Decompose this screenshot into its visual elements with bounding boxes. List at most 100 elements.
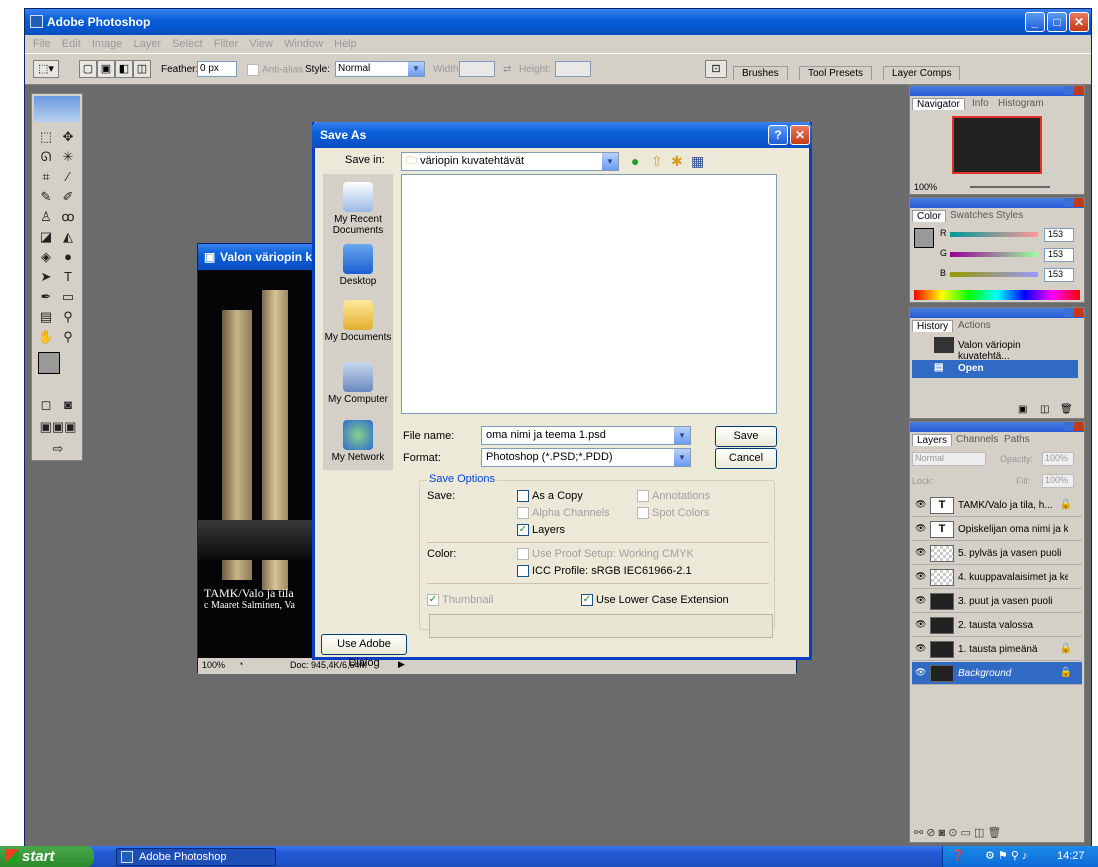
- menu-file[interactable]: File: [33, 35, 51, 53]
- palette-header[interactable]: [910, 198, 1084, 208]
- close-icon[interactable]: [1074, 198, 1083, 207]
- standard-mode-icon[interactable]: ◻: [36, 396, 56, 414]
- history-state-open[interactable]: ▤ Open: [912, 360, 1078, 378]
- eye-icon[interactable]: 👁: [915, 619, 927, 630]
- imageready-jump-icon[interactable]: ⇨: [36, 440, 80, 458]
- screen-mode-icon[interactable]: ▣▣▣: [36, 418, 80, 436]
- status-arrow-icon[interactable]: ▶: [398, 659, 405, 670]
- view-menu-icon[interactable]: ▦: [691, 153, 704, 170]
- foreground-color-swatch[interactable]: [38, 352, 60, 374]
- color-ramp[interactable]: [914, 290, 1080, 300]
- tab-channels[interactable]: Channels: [952, 434, 1002, 445]
- palette-header[interactable]: [910, 86, 1084, 96]
- place-my-computer[interactable]: My Computer: [323, 362, 393, 405]
- help-button[interactable]: ?: [768, 125, 788, 145]
- magic-wand-icon[interactable]: ✳: [58, 148, 78, 166]
- dialog-title-bar[interactable]: Save As ? ✕: [312, 122, 812, 148]
- eye-icon[interactable]: 👁: [915, 595, 927, 606]
- hand-tool-icon[interactable]: ✋: [36, 328, 56, 346]
- antialias-checkbox[interactable]: Anti-alias: [247, 64, 303, 76]
- eye-icon[interactable]: 👁: [915, 643, 927, 654]
- add-selection-icon[interactable]: ▣: [97, 60, 115, 78]
- eye-icon[interactable]: 👁: [915, 667, 927, 678]
- g-value[interactable]: 153: [1044, 248, 1074, 262]
- healing-brush-icon[interactable]: ✎: [36, 188, 56, 206]
- back-icon[interactable]: ●: [631, 153, 639, 169]
- width-input[interactable]: [459, 61, 495, 77]
- type-tool-icon[interactable]: T: [58, 268, 78, 286]
- g-slider[interactable]: [950, 252, 1038, 257]
- tray-icons[interactable]: ⚙ ⚑ ⚲ ♪: [985, 846, 1027, 867]
- opacity-input[interactable]: 100%: [1042, 452, 1074, 466]
- use-proof-setup-checkbox[interactable]: Use Proof Setup: Working CMYK: [517, 548, 694, 561]
- height-input[interactable]: [555, 61, 591, 77]
- icc-profile-checkbox[interactable]: ICC Profile: sRGB IEC61966-2.1: [517, 565, 692, 578]
- palette-header[interactable]: [910, 308, 1084, 318]
- marquee-preset-icon[interactable]: ⬚▾: [33, 60, 59, 78]
- menu-window[interactable]: Window: [284, 35, 323, 53]
- place-desktop[interactable]: Desktop: [323, 244, 393, 287]
- layer-row-selected[interactable]: 👁 Background 🔒: [912, 662, 1082, 685]
- menu-layer[interactable]: Layer: [133, 35, 161, 53]
- file-name-input[interactable]: oma nimi ja teema 1.psd ▼: [481, 426, 691, 445]
- palette-header[interactable]: [910, 422, 1084, 432]
- file-list[interactable]: [401, 174, 777, 414]
- menu-filter[interactable]: Filter: [214, 35, 238, 53]
- trash-icon[interactable]: 🗑: [1060, 404, 1073, 415]
- place-my-network[interactable]: My Network: [323, 420, 393, 463]
- well-brushes[interactable]: Brushes: [733, 66, 788, 80]
- b-value[interactable]: 153: [1044, 268, 1074, 282]
- close-button[interactable]: ✕: [1069, 12, 1089, 32]
- marquee-tool-icon[interactable]: ⬚: [36, 128, 56, 146]
- annotations-checkbox[interactable]: Annotations: [637, 490, 710, 503]
- menu-view[interactable]: View: [249, 35, 273, 53]
- layer-actions-icons[interactable]: ⚯ ⊘ ◙ ⊙ ▭ ◫ 🗑: [914, 826, 1001, 839]
- pen-tool-icon[interactable]: ✒: [36, 288, 56, 306]
- file-browser-icon[interactable]: ⊡: [705, 60, 727, 78]
- as-a-copy-checkbox[interactable]: As a Copy: [517, 490, 583, 503]
- feather-input[interactable]: 0 px: [197, 61, 237, 77]
- new-folder-icon[interactable]: ✱: [671, 153, 683, 170]
- dialog-close-button[interactable]: ✕: [790, 125, 810, 145]
- layer-row[interactable]: 👁4. kuuppavalaisimet ja kes...: [912, 566, 1082, 589]
- tab-layers[interactable]: Layers: [912, 434, 953, 446]
- blend-mode-select[interactable]: Normal: [912, 452, 986, 466]
- navigator-zoom[interactable]: 100%: [914, 182, 937, 192]
- status-menu-icon[interactable]: ◔: [238, 659, 243, 669]
- navigator-zoom-slider[interactable]: [970, 186, 1050, 188]
- eye-icon[interactable]: 👁: [915, 499, 927, 510]
- alpha-channels-checkbox[interactable]: Alpha Channels: [517, 507, 610, 520]
- eye-icon[interactable]: 👁: [915, 523, 927, 534]
- layers-checkbox[interactable]: ✓ Layers: [517, 524, 565, 537]
- layer-row[interactable]: 👁 1. tausta pimeänä 🔒: [912, 638, 1082, 661]
- lasso-tool-icon[interactable]: ᘏ: [36, 148, 56, 166]
- slice-tool-icon[interactable]: ⁄: [58, 168, 78, 186]
- swap-icon[interactable]: ⇄: [503, 64, 511, 75]
- minimize-icon[interactable]: [1064, 86, 1073, 95]
- shape-tool-icon[interactable]: ▭: [58, 288, 78, 306]
- eyedropper-icon[interactable]: ⚲: [58, 308, 78, 326]
- minimize-icon[interactable]: [1064, 198, 1073, 207]
- close-icon[interactable]: [1074, 86, 1083, 95]
- intersect-selection-icon[interactable]: ◫: [133, 60, 151, 78]
- menu-select[interactable]: Select: [172, 35, 203, 53]
- history-brush-icon[interactable]: ꝏ: [58, 208, 78, 226]
- subtract-selection-icon[interactable]: ◧: [115, 60, 133, 78]
- layer-row[interactable]: 👁 T TAMK/Valo ja tila, h... 🔒: [912, 494, 1082, 517]
- fill-input[interactable]: 100%: [1042, 474, 1074, 488]
- cancel-button[interactable]: Cancel: [715, 448, 777, 469]
- minimize-icon[interactable]: [1064, 308, 1073, 317]
- notes-tool-icon[interactable]: ▤: [36, 308, 56, 326]
- tab-paths[interactable]: Paths: [1000, 434, 1034, 445]
- path-selection-icon[interactable]: ➤: [36, 268, 56, 286]
- layer-row[interactable]: 👁TOpiskelijan oma nimi ja ku...: [912, 518, 1082, 541]
- paint-bucket-icon[interactable]: ◭: [58, 228, 78, 246]
- up-folder-icon[interactable]: ⇧: [651, 153, 663, 170]
- tab-navigator[interactable]: Navigator: [912, 98, 965, 110]
- close-icon[interactable]: [1074, 308, 1083, 317]
- b-slider[interactable]: [950, 272, 1038, 277]
- menu-edit[interactable]: Edit: [62, 35, 81, 53]
- well-tool-presets[interactable]: Tool Presets: [799, 66, 873, 80]
- navigator-thumbnail[interactable]: [952, 116, 1042, 174]
- new-doc-icon[interactable]: ◫: [1040, 404, 1049, 415]
